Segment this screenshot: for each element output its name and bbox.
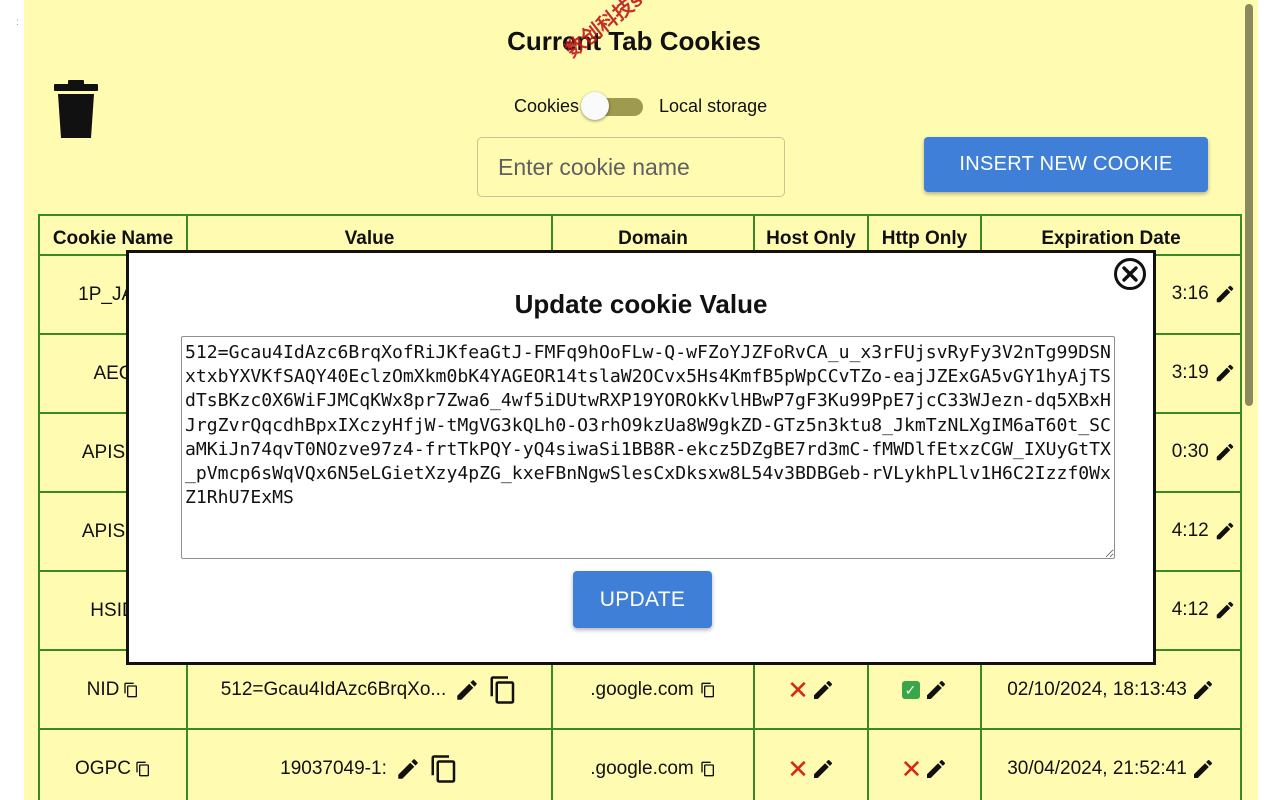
pencil-icon[interactable] xyxy=(1214,441,1236,463)
cookie-name: OGPC xyxy=(75,757,131,779)
column-header-http-only: Http Only xyxy=(867,214,982,256)
cookie-domain: .google.com xyxy=(590,678,694,700)
copy-icon[interactable] xyxy=(700,761,716,777)
page-title: Current Tab Cookies xyxy=(507,26,761,56)
copy-icon[interactable] xyxy=(488,675,518,705)
cookie-domain: .google.com xyxy=(590,757,694,779)
cookie-value-textarea[interactable]: 512=Gcau4IdAzc6BrqXofRiJKfeaGtJ-FMFq9hOo… xyxy=(181,336,1115,559)
expiration-text: 30/04/2024, 21:52:41 xyxy=(1007,757,1187,779)
toggle-cookies-label: Cookies xyxy=(514,95,580,116)
copy-icon[interactable] xyxy=(123,682,139,698)
pencil-icon[interactable] xyxy=(924,678,948,702)
window-left-edge: : xyxy=(0,0,24,800)
cookie-name-cell: OGPC xyxy=(38,728,188,800)
pencil-icon[interactable] xyxy=(1214,283,1236,305)
column-header-domain: Domain xyxy=(551,214,755,256)
close-icon[interactable] xyxy=(1113,257,1147,291)
table-row: OGPC 19037049-1: .google.com ✕ ✕ 30/04/2… xyxy=(38,728,1242,800)
copy-icon[interactable] xyxy=(135,761,151,777)
cookie-name-search-input[interactable] xyxy=(477,137,785,197)
window-right-edge xyxy=(1258,0,1280,800)
expiration-text: 02/10/2024, 18:13:43 xyxy=(1007,678,1187,700)
domain-cell: .google.com xyxy=(551,728,755,800)
scrollbar-thumb[interactable] xyxy=(1245,4,1253,406)
pencil-icon[interactable] xyxy=(1214,362,1236,384)
update-cookie-modal: Update cookie Value 512=Gcau4IdAzc6BrqXo… xyxy=(126,250,1156,665)
pencil-icon[interactable] xyxy=(1214,520,1236,542)
expiration-text: 0:30 xyxy=(1171,441,1209,463)
copy-icon[interactable] xyxy=(700,682,716,698)
cookie-name: NID xyxy=(86,678,120,700)
pencil-icon[interactable] xyxy=(1214,599,1236,621)
storage-switch[interactable] xyxy=(581,92,644,120)
expiration-cell: 30/04/2024, 21:52:41 xyxy=(980,728,1242,800)
cookie-value: 512=Gcau4IdAzc6BrqXo... xyxy=(220,678,447,700)
toggle-local-storage-label: Local storage xyxy=(659,95,768,116)
pencil-icon[interactable] xyxy=(1191,678,1215,702)
update-button[interactable]: UPDATE xyxy=(573,571,712,628)
pencil-icon[interactable] xyxy=(395,756,421,782)
vertical-scrollbar[interactable] xyxy=(1244,0,1258,800)
table-header-row: Cookie Name Value Domain Host Only Http … xyxy=(38,214,1242,256)
storage-toggle: Cookies Local storage xyxy=(514,92,768,120)
expiration-text: 4:12 xyxy=(1171,520,1209,542)
switch-knob[interactable] xyxy=(581,92,610,120)
expiration-text: 4:12 xyxy=(1171,599,1209,621)
expiration-text: 3:16 xyxy=(1171,283,1209,305)
cookie-value: 19037049-1: xyxy=(280,757,387,779)
edge-marker: : xyxy=(16,17,19,28)
expiration-text: 3:19 xyxy=(1171,362,1209,384)
http-only-cell: ✕ xyxy=(867,728,982,800)
checkmark-icon: ✓ xyxy=(901,680,920,699)
modal-title: Update cookie Value xyxy=(514,289,768,319)
pencil-icon[interactable] xyxy=(811,757,835,781)
cross-icon: ✕ xyxy=(900,753,923,784)
column-header-cookie-name: Cookie Name xyxy=(38,214,188,256)
value-cell: 19037049-1: xyxy=(186,728,553,800)
pencil-icon[interactable] xyxy=(454,677,480,703)
column-header-host-only: Host Only xyxy=(753,214,869,256)
cross-icon: ✕ xyxy=(787,674,809,705)
pencil-icon[interactable] xyxy=(1191,757,1215,781)
column-header-expiration-date: Expiration Date xyxy=(980,214,1242,256)
copy-icon[interactable] xyxy=(429,754,459,784)
insert-new-cookie-button[interactable]: INSERT NEW COOKIE xyxy=(924,137,1208,192)
pencil-icon[interactable] xyxy=(924,757,948,781)
column-header-value: Value xyxy=(186,214,553,256)
trash-icon[interactable] xyxy=(54,80,98,138)
cross-icon: ✕ xyxy=(787,753,809,784)
pencil-icon[interactable] xyxy=(811,678,835,702)
host-only-cell: ✕ xyxy=(753,728,869,800)
